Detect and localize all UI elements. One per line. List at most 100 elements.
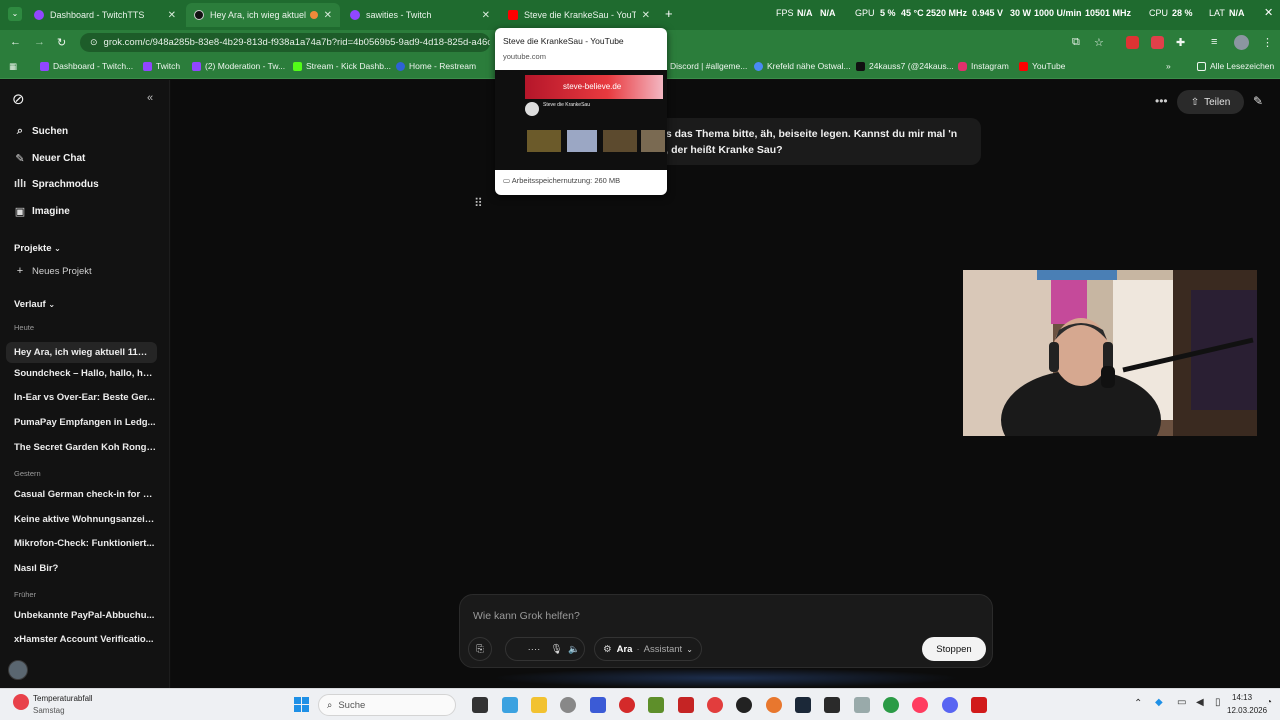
collapse-sidebar-icon[interactable]: « [147, 92, 153, 104]
new-tab-plus-icon[interactable]: + [665, 6, 673, 21]
tray-chevron-up-icon[interactable]: ⌃ [1134, 698, 1142, 709]
user-avatar[interactable] [8, 660, 28, 680]
sidebar-item-sprachmodus[interactable]: ıllı Sprachmodus [14, 178, 99, 190]
sidebar-item-imagine[interactable]: ▣ Imagine [14, 205, 70, 218]
battery-icon[interactable]: ▯ [1215, 697, 1221, 708]
close-window-icon[interactable]: ✕ [1264, 6, 1273, 19]
new-chat-edit-icon[interactable]: ✎ [1253, 94, 1263, 108]
app-icon[interactable] [854, 697, 870, 713]
bookmark-item[interactable]: Krefeld nähe Ostwal... [754, 61, 851, 71]
vpn-app-icon[interactable] [590, 697, 606, 713]
sidebar-item-neuer-chat[interactable]: ✎ Neuer Chat [14, 152, 85, 165]
app-icon[interactable] [648, 697, 664, 713]
bookmark-item[interactable]: (2) Moderation - Tw... [192, 61, 285, 71]
file-explorer-icon[interactable] [531, 697, 547, 713]
volume-icon[interactable]: ◀ [1196, 697, 1204, 708]
menu-kebab-icon[interactable]: ⋮ [1262, 36, 1273, 49]
voice-selector[interactable]: ⚙ Ara · Assistant ⌄ [594, 637, 702, 661]
stop-button[interactable]: Stoppen [922, 637, 986, 661]
bookmark-item[interactable]: Twitch [143, 61, 180, 71]
bookmark-item[interactable]: Discord | #allgeme... [670, 61, 747, 71]
clock-time[interactable]: 14:13 [1232, 693, 1252, 702]
tab-grok-chat[interactable]: Hey Ara, ich wieg aktuell 1 ✕ [186, 3, 340, 27]
history-item-selected[interactable]: Hey Ara, ich wieg aktuell 110 ... [6, 342, 157, 363]
app-icon[interactable] [766, 697, 782, 713]
bookmark-item[interactable]: Instagram [958, 61, 1009, 71]
history-item[interactable]: In-Ear vs Over-Ear: Beste Ger... [14, 392, 156, 403]
steam-icon[interactable] [795, 697, 811, 713]
all-bookmarks-folder[interactable]: Alle Lesezeichen [1197, 61, 1274, 71]
profile-avatar[interactable] [1234, 35, 1249, 50]
opera-icon[interactable] [912, 697, 928, 713]
history-item[interactable]: Mikrofon-Check: Funktioniert... [14, 538, 156, 549]
history-item[interactable]: PumaPay Empfangen in Ledg... [14, 417, 156, 428]
more-bookmarks-chevron-icon[interactable]: » [1166, 61, 1171, 71]
speaker-button[interactable]: 🔈 [562, 637, 586, 661]
discord-icon[interactable] [942, 697, 958, 713]
forward-arrow-icon[interactable]: → [34, 36, 45, 48]
app-icon[interactable] [707, 697, 723, 713]
projects-section-toggle[interactable]: Projekte ⌄ [14, 243, 61, 254]
history-item[interactable]: xHamster Account Verificatio... [14, 634, 156, 645]
weather-alert-icon[interactable] [13, 694, 29, 710]
app-icon[interactable] [678, 697, 694, 713]
chat-composer[interactable]: Wie kann Grok helfen? ⎘ ···· 🎙 🔈 ⚙ Ara ·… [459, 594, 993, 668]
windows-start-icon[interactable] [294, 697, 310, 713]
grok-logo-icon[interactable]: ⊘ [12, 90, 25, 108]
back-arrow-icon[interactable]: ← [10, 36, 21, 48]
chrome-icon[interactable] [883, 697, 899, 713]
close-tab-icon[interactable]: ✕ [642, 10, 650, 21]
bookmark-item[interactable]: Dashboard - Twitch... [40, 61, 133, 71]
extensions-puzzle-icon[interactable]: ✚ [1176, 36, 1185, 49]
site-info-icon[interactable]: ⊙ [90, 37, 98, 48]
history-item[interactable]: Casual German check-in for a... [14, 489, 156, 500]
bookmark-item[interactable]: Home - Restream [396, 61, 476, 71]
close-tab-icon[interactable]: ✕ [168, 10, 176, 21]
address-bar[interactable]: ⊙ grok.com/c/948a285b-83e8-4b29-813d-f93… [80, 33, 490, 52]
new-project-button[interactable]: + Neues Projekt [14, 265, 92, 277]
hud-gpu-fan: 1000 U/min [1034, 8, 1082, 18]
history-item[interactable]: Soundcheck – Hallo, hallo, hal... [14, 368, 156, 379]
install-app-icon[interactable]: ⧉ [1072, 36, 1080, 49]
more-options-icon[interactable]: ••• [1155, 94, 1168, 108]
adblock-extension-icon[interactable] [1126, 36, 1139, 49]
task-view-icon[interactable] [472, 697, 488, 713]
media-controls-icon[interactable]: ≡ [1211, 36, 1217, 48]
mouse-app-icon[interactable] [560, 697, 576, 713]
clock-date[interactable]: 12.03.2026 [1227, 706, 1267, 715]
history-item[interactable]: Keine aktive Wohnungsanzeig... [14, 514, 156, 525]
tab-dashboard-twitchtts[interactable]: Dashboard - TwitchTTS ✕ [26, 3, 184, 27]
history-item[interactable]: Unbekannte PayPal-Abbuchu... [14, 610, 156, 621]
history-item[interactable]: The Secret Garden Koh Rong:... [14, 442, 156, 453]
close-tab-icon[interactable]: ✕ [482, 10, 490, 21]
sidebar-item-suchen[interactable]: ⌕ Suchen [14, 125, 68, 138]
tab-sawities-twitch[interactable]: sawities - Twitch ✕ [342, 3, 498, 27]
app-icon[interactable] [971, 697, 987, 713]
reload-icon[interactable]: ↻ [57, 36, 66, 49]
tray-app-icon[interactable]: ◆ [1155, 697, 1163, 708]
hud-fps-value: N/A [797, 8, 813, 18]
bookmark-item[interactable]: YouTube [1019, 61, 1065, 71]
attach-button[interactable]: ⎘ [468, 637, 492, 661]
close-tab-icon[interactable]: ✕ [324, 10, 332, 21]
calculator-icon[interactable] [502, 697, 518, 713]
apps-grid-icon[interactable]: ▦ [9, 61, 17, 72]
taskbar-search[interactable]: ⌕ Suche [318, 694, 456, 716]
weather-subtitle: Samstag [33, 706, 65, 715]
chevron-down-icon: ⌄ [686, 644, 693, 654]
bookmark-item[interactable]: 24kauss7 (@24kaus... [856, 61, 954, 71]
epic-games-icon[interactable] [824, 697, 840, 713]
user-message-bubble: uns das Thema bitte, äh, beiseite legen.… [641, 118, 981, 165]
history-item[interactable]: Nasıl Bir? [14, 563, 156, 574]
extension-icon[interactable] [1151, 36, 1164, 49]
tab-search-chevron-icon[interactable]: ⌄ [8, 7, 22, 21]
notification-bell-icon[interactable]: ◔ [1266, 697, 1272, 708]
app-icon[interactable] [619, 697, 635, 713]
bookmark-item[interactable]: Stream - Kick Dashb... [293, 61, 391, 71]
bookmark-star-icon[interactable]: ☆ [1094, 36, 1104, 49]
app-icon[interactable] [736, 697, 752, 713]
history-section-toggle[interactable]: Verlauf ⌄ [14, 299, 55, 310]
share-button[interactable]: ⇧ Teilen [1177, 90, 1244, 114]
tab-youtube-steve[interactable]: Steve die KrankeSau - YouTube ✕ [500, 3, 658, 27]
network-icon[interactable]: ▭ [1177, 697, 1186, 708]
